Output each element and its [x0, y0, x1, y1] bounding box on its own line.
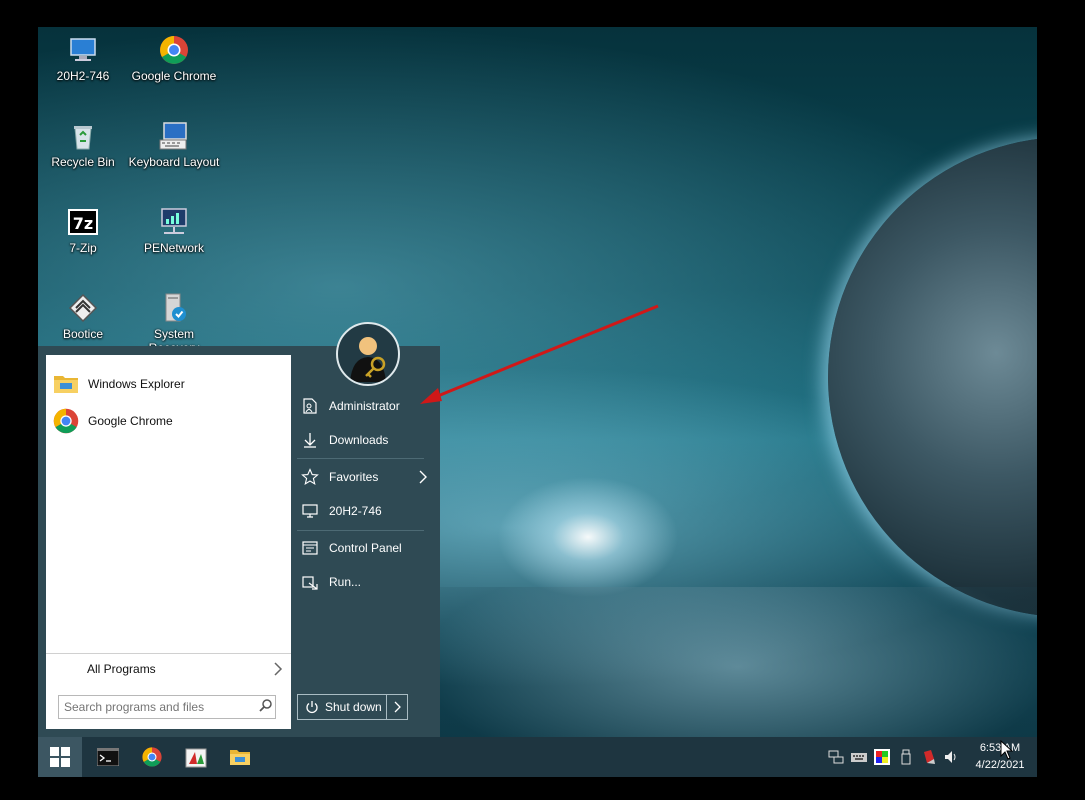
file-explorer-icon — [229, 747, 251, 767]
place-label: Run... — [329, 575, 362, 589]
paint-icon — [185, 746, 207, 768]
all-programs-button[interactable]: All Programs — [46, 653, 291, 684]
shutdown-options-button[interactable] — [386, 694, 408, 720]
all-programs-label: All Programs — [87, 662, 156, 676]
chrome-icon — [141, 746, 163, 768]
network-icon — [158, 206, 190, 238]
chrome-icon — [158, 34, 190, 66]
start-menu: Windows Explorer Google Chrome All Progr… — [38, 346, 440, 738]
separator — [297, 530, 424, 531]
shutdown-button[interactable]: Shut down — [297, 694, 387, 720]
place-label: Favorites — [329, 470, 379, 484]
7zip-icon: 7z — [67, 206, 99, 238]
start-button[interactable] — [38, 737, 82, 777]
place-downloads[interactable]: Downloads — [291, 425, 440, 455]
desktop-icon-label: PENetwork — [143, 241, 205, 255]
pinned-item-label: Windows Explorer — [88, 377, 185, 391]
color-icon[interactable] — [874, 749, 890, 765]
place-label: Administrator — [329, 399, 400, 413]
place-label: Downloads — [329, 433, 389, 447]
desktop-icon-label: Google Chrome — [131, 69, 217, 83]
pinned-item-label: Google Chrome — [88, 414, 173, 428]
desktop-icon-7zip[interactable]: 7z 7-Zip — [37, 206, 129, 255]
taskbar: 6:53 AM 4/22/2021 — [38, 737, 1037, 777]
folder-icon — [52, 370, 80, 398]
place-control-panel[interactable]: Control Panel — [291, 533, 440, 563]
usb-icon[interactable] — [898, 749, 914, 765]
taskbar-terminal[interactable] — [86, 737, 130, 777]
separator — [297, 458, 424, 459]
network-icon[interactable] — [828, 749, 844, 765]
computer-icon — [301, 502, 319, 520]
desktop-icon-label: Keyboard Layout — [128, 155, 220, 169]
desktop-icon-computer[interactable]: 20H2-746 — [37, 34, 129, 83]
svg-text:7z: 7z — [73, 214, 93, 233]
desktop-icon-chrome[interactable]: Google Chrome — [128, 34, 220, 83]
terminal-icon — [97, 748, 119, 766]
user-document-icon — [301, 397, 319, 415]
keyboard-icon — [158, 120, 190, 152]
chevron-right-icon — [418, 470, 428, 487]
desktop-icon-label: Bootice — [62, 327, 104, 341]
recycle-bin-icon — [67, 120, 99, 152]
red-arrow-annotation — [420, 304, 659, 404]
search-icon[interactable] — [259, 698, 273, 717]
start-menu-programs-pane: Windows Explorer Google Chrome All Progr… — [46, 355, 291, 729]
run-icon — [301, 573, 319, 591]
search-box[interactable] — [58, 695, 276, 719]
place-run[interactable]: Run... — [291, 567, 440, 597]
pinned-item-google-chrome[interactable]: Google Chrome — [46, 403, 291, 439]
desktop-icon-bootice[interactable]: Bootice — [37, 292, 129, 341]
desktop-icon-label: 7-Zip — [69, 241, 97, 255]
place-computer[interactable]: 20H2-746 — [291, 496, 440, 526]
system-recovery-icon — [158, 292, 190, 324]
taskbar-paint[interactable] — [174, 737, 218, 777]
shutdown-label: Shut down — [325, 700, 382, 714]
place-label: 20H2-746 — [329, 504, 382, 518]
computer-icon — [67, 34, 99, 66]
chevron-right-icon — [273, 662, 283, 679]
desktop-icon-keyboard-layout[interactable]: Keyboard Layout — [128, 120, 220, 169]
place-favorites[interactable]: Favorites — [291, 462, 440, 492]
shield-icon[interactable] — [921, 749, 937, 765]
control-panel-icon — [301, 539, 319, 557]
mouse-cursor-icon — [1000, 740, 1014, 760]
power-icon — [305, 700, 319, 714]
desktop-icon-recycle-bin[interactable]: Recycle Bin — [37, 120, 129, 169]
desktop-icon-label: 20H2-746 — [56, 69, 110, 83]
download-icon — [301, 431, 319, 449]
star-icon — [301, 468, 319, 486]
desktop-icon-label: Recycle Bin — [51, 155, 115, 169]
planet-wallpaper — [828, 137, 1037, 617]
search-input[interactable] — [59, 699, 251, 715]
chevron-right-icon — [393, 701, 401, 713]
desktop-icon-penetwork[interactable]: PENetwork — [128, 206, 220, 255]
volume-icon[interactable] — [943, 749, 959, 765]
keyboard-icon[interactable] — [851, 749, 867, 765]
start-icon — [50, 747, 70, 767]
pinned-item-windows-explorer[interactable]: Windows Explorer — [46, 366, 291, 402]
taskbar-file-explorer[interactable] — [218, 737, 262, 777]
user-avatar[interactable] — [336, 322, 400, 386]
bootice-icon — [67, 292, 99, 324]
place-label: Control Panel — [329, 541, 402, 555]
chrome-icon — [52, 407, 80, 435]
taskbar-chrome[interactable] — [130, 737, 174, 777]
